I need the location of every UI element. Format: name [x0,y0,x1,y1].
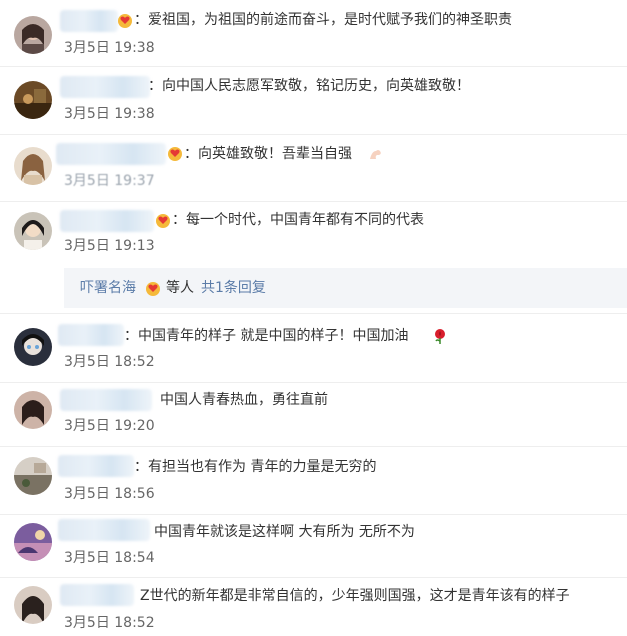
comment-item: ：每一个时代，中国青年都有不同的代表 3月5日 19:13 [0,202,627,268]
comment-time: 3月5日 18:52 [64,615,155,631]
flexed-arm-icon [370,150,381,159]
avatar[interactable] [14,586,52,624]
comment-time: 3月5日 19:37 [64,173,155,189]
heart-hands-icon [146,282,160,296]
view-replies-link[interactable]: 共1条回复 [201,278,266,298]
comment-time: 3月5日 19:13 [64,238,155,254]
rose-icon [435,329,445,344]
reply-summary: 吓署名海 等人 共1条回复 [64,268,627,308]
comment-item: 中国青年就该是这样啊 大有所为 无所不为 3月5日 18:54 [0,515,627,577]
comment-item: ：向英雄致敬！吾辈当自强 3月5日 19:37 [0,135,627,201]
avatar[interactable] [14,391,52,429]
heart-hands-icon [168,147,182,161]
comment-text: 中国人青春热血，勇往直前 [160,392,328,408]
avatar[interactable] [14,457,52,495]
comment-text: ：爱祖国，为祖国的前途而奋斗，是时代赋予我们的神圣职责 [134,12,512,28]
avatar[interactable] [14,212,52,250]
username-blurred[interactable] [60,584,134,606]
avatar[interactable] [14,147,52,185]
comment-text: Z世代的新年都是非常自信的，少年强则国强，这才是青年该有的样子 [140,588,570,604]
comment-time: 3月5日 18:56 [64,486,155,502]
avatar[interactable] [14,523,52,561]
username-blurred[interactable] [60,10,118,32]
username-blurred[interactable] [60,76,150,98]
comment-text: ：向中国人民志愿军致敬，铭记历史，向英雄致敬！ [148,78,470,94]
heart-hands-icon [118,14,132,28]
username-blurred[interactable] [56,143,166,165]
comment-item: Z世代的新年都是非常自信的，少年强则国强，这才是青年该有的样子 3月5日 18:… [0,578,627,636]
comment-time: 3月5日 19:38 [64,106,155,122]
avatar[interactable] [14,81,52,119]
avatar[interactable] [14,328,52,366]
comment-item: ：中国青年的样子 就是中国的样子！中国加油 3月5日 18:52 [0,314,627,382]
username-blurred[interactable] [58,324,124,346]
comment-text: ：有担当也有作为 青年的力量是无穷的 [134,459,377,475]
comment-text: ：中国青年的样子 就是中国的样子！中国加油 [124,328,409,344]
comment-time: 3月5日 18:54 [64,550,155,566]
comment-time: 3月5日 19:20 [64,418,155,434]
comment-item: ：向中国人民志愿军致敬，铭记历史，向英雄致敬！ 3月5日 19:38 [0,67,627,134]
comment-text: ：每一个时代，中国青年都有不同的代表 [172,212,424,228]
avatar[interactable] [14,16,52,54]
username-blurred[interactable] [58,519,150,541]
comment-item: ：有担当也有作为 青年的力量是无穷的 3月5日 18:56 [0,447,627,514]
username-blurred[interactable] [60,389,152,411]
reply-etc-label: 等人 [166,280,194,296]
username-blurred[interactable] [58,455,134,477]
reply-username-link[interactable]: 吓署名海 [80,278,136,298]
comment-list: ：爱祖国，为祖国的前途而奋斗，是时代赋予我们的神圣职责 3月5日 19:38 ：… [0,0,627,636]
comment-text: ：向英雄致敬！吾辈当自强 [184,146,352,162]
comment-time: 3月5日 18:52 [64,354,155,370]
heart-hands-icon [156,214,170,228]
comment-item: ：爱祖国，为祖国的前途而奋斗，是时代赋予我们的神圣职责 3月5日 19:38 [0,0,627,66]
username-blurred[interactable] [60,210,154,232]
comment-time: 3月5日 19:38 [64,40,155,56]
comment-text: 中国青年就该是这样啊 大有所为 无所不为 [154,524,415,540]
comment-item: 中国人青春热血，勇往直前 3月5日 19:20 [0,383,627,446]
